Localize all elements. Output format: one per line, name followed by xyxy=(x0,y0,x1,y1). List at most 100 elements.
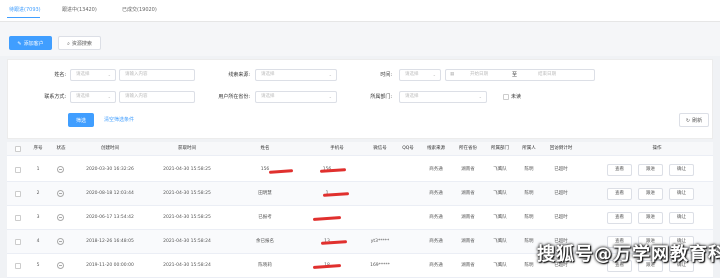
department-placeholder: 请选择 xyxy=(405,94,419,99)
tab-closed[interactable]: 已成交(19020) xyxy=(122,4,157,16)
start-date-placeholder: 开始日期 xyxy=(470,72,488,77)
name-type-placeholder: 请选择 xyxy=(76,72,90,77)
row-qq xyxy=(397,182,419,206)
time-type-select[interactable]: 请选择 ⌄ xyxy=(399,69,441,81)
row-province: 湖南省 xyxy=(461,191,475,196)
table-row[interactable]: 3 2020-06-17 13:54:42 2021-04-30 15:58:25 已… xyxy=(7,206,713,230)
header-fetched-time: 获取时间 xyxy=(178,146,196,151)
row-qq xyxy=(397,230,419,254)
row-owner: 陈明 xyxy=(524,191,534,196)
add-customer-button[interactable]: ✎ 添加客户 xyxy=(9,36,52,50)
row-qq xyxy=(397,158,419,182)
watermark: 搜狐号@万学网教育科技 xyxy=(537,244,720,265)
row-created-time: 2020-03-30 16:32:26 xyxy=(86,167,134,172)
row-source: 商务通 xyxy=(429,263,443,268)
row-wechat xyxy=(363,206,397,230)
contact-type-placeholder: 请选择 xyxy=(76,94,90,99)
time-label: 时间: xyxy=(380,72,392,78)
row-qq xyxy=(397,206,419,230)
name-label: 姓名: xyxy=(54,72,66,78)
view-button[interactable]: 查看 xyxy=(607,212,632,224)
row-qq xyxy=(397,254,419,278)
view-button[interactable]: 查看 xyxy=(607,164,632,176)
row-source: 商务通 xyxy=(429,191,443,196)
department-select[interactable]: 请选择 ⌄ xyxy=(399,91,487,103)
department-label: 所属部门: xyxy=(370,94,392,100)
row-department: 飞鹰队 xyxy=(493,263,507,268)
row-department: 飞鹰队 xyxy=(493,215,507,220)
confirm-button[interactable]: 确让 xyxy=(669,164,694,176)
message-status-icon xyxy=(57,238,64,245)
header-department: 所属部门 xyxy=(491,146,509,151)
tab-pending[interactable]: 待跟进(7093) xyxy=(9,4,41,16)
follow-button[interactable]: 跟进 xyxy=(638,164,663,176)
row-created-time: 2020-08-18 12:03:44 xyxy=(86,191,134,196)
tab-following[interactable]: 跟进中(13420) xyxy=(62,4,97,16)
row-checkbox[interactable] xyxy=(15,215,21,221)
contact-label: 联系方式: xyxy=(44,94,66,100)
view-button[interactable]: 查看 xyxy=(607,188,632,200)
refresh-button[interactable]: ↻ 刷新 xyxy=(679,113,709,127)
row-owner: 陈明 xyxy=(524,215,534,220)
add-customer-label: 添加客户 xyxy=(23,41,44,47)
action-bar: ✎ 添加客户 ⌕ 资源搜索 xyxy=(0,22,720,56)
search-icon: ⌕ xyxy=(67,41,70,47)
row-created-time: 2019-11-20 00:00:00 xyxy=(86,263,134,268)
select-all-checkbox[interactable] xyxy=(15,146,21,152)
end-date-placeholder: 结束日期 xyxy=(538,72,556,77)
name-input[interactable]: 请输入内容 xyxy=(119,69,195,81)
row-countdown: 已超时 xyxy=(554,167,568,172)
date-range-picker[interactable]: ▦ 开始日期 至 结束日期 xyxy=(445,69,595,81)
row-fetched-time: 2021-04-30 15:58:25 xyxy=(163,167,211,172)
follow-button[interactable]: 跟进 xyxy=(638,212,663,224)
row-province: 湖南省 xyxy=(461,167,475,172)
row-checkbox[interactable] xyxy=(15,239,21,245)
row-checkbox[interactable] xyxy=(15,263,21,269)
resource-search-button[interactable]: ⌕ 资源搜索 xyxy=(58,36,101,50)
row-created-time: 2020-06-17 13:54:42 xyxy=(86,215,134,220)
contact-input-placeholder: 请输入内容 xyxy=(125,94,148,99)
source-label: 线索来源: xyxy=(228,72,250,78)
row-source: 商务通 xyxy=(429,239,443,244)
row-owner: 陈明 xyxy=(524,167,534,172)
header-name: 姓名 xyxy=(260,146,270,151)
header-qq: QQ号 xyxy=(402,146,414,151)
active-tab-indicator xyxy=(7,17,40,18)
chevron-down-icon: ⌄ xyxy=(328,94,332,99)
edit-icon: ✎ xyxy=(17,41,22,47)
row-created-time: 2018-12-26 16:48:05 xyxy=(86,239,134,244)
row-index: 3 xyxy=(36,215,40,220)
row-name: 余已报名 xyxy=(256,239,274,244)
row-index: 5 xyxy=(36,263,40,268)
table-row[interactable]: 2 2020-08-18 12:03:44 2021-04-30 15:58:25 田… xyxy=(7,182,713,206)
row-checkbox[interactable] xyxy=(15,191,21,197)
confirm-button[interactable]: 确让 xyxy=(669,188,694,200)
row-countdown: 已超时 xyxy=(554,191,568,196)
header-owner: 所属人 xyxy=(522,146,536,151)
resource-search-label: 资源搜索 xyxy=(71,41,92,47)
table-row[interactable]: 1 2020-03-30 16:32:26 2021-04-30 15:58:25 1… xyxy=(7,158,713,182)
source-placeholder: 请选择 xyxy=(261,72,275,77)
row-province: 湖南省 xyxy=(461,263,475,268)
contact-type-select[interactable]: 请选择 ⌄ xyxy=(70,91,116,103)
chevron-down-icon: ⌄ xyxy=(107,72,111,77)
source-select[interactable]: 请选择 ⌄ xyxy=(255,69,337,81)
row-fetched-time: 2021-04-30 15:58:25 xyxy=(163,191,211,196)
row-checkbox[interactable] xyxy=(15,167,21,173)
row-fetched-time: 2021-04-30 15:58:25 xyxy=(163,215,211,220)
row-name: 已报考 xyxy=(258,215,272,220)
contact-input[interactable]: 请输入内容 xyxy=(119,91,195,103)
message-status-icon xyxy=(57,166,64,173)
province-select[interactable]: 请选择 ⌄ xyxy=(255,91,337,103)
row-wechat xyxy=(363,182,397,206)
clear-filters-link[interactable]: 清空筛选条件 xyxy=(104,114,134,126)
filter-button[interactable]: 筛选 xyxy=(68,113,94,127)
province-placeholder: 请选择 xyxy=(261,94,275,99)
unread-checkbox[interactable] xyxy=(503,94,509,100)
follow-button[interactable]: 跟进 xyxy=(638,188,663,200)
name-type-select[interactable]: 请选择 ⌄ xyxy=(70,69,116,81)
row-countdown: 已超时 xyxy=(554,215,568,220)
refresh-icon: ↻ xyxy=(685,118,691,124)
row-wechat: 169***** xyxy=(370,263,390,268)
confirm-button[interactable]: 确让 xyxy=(669,212,694,224)
